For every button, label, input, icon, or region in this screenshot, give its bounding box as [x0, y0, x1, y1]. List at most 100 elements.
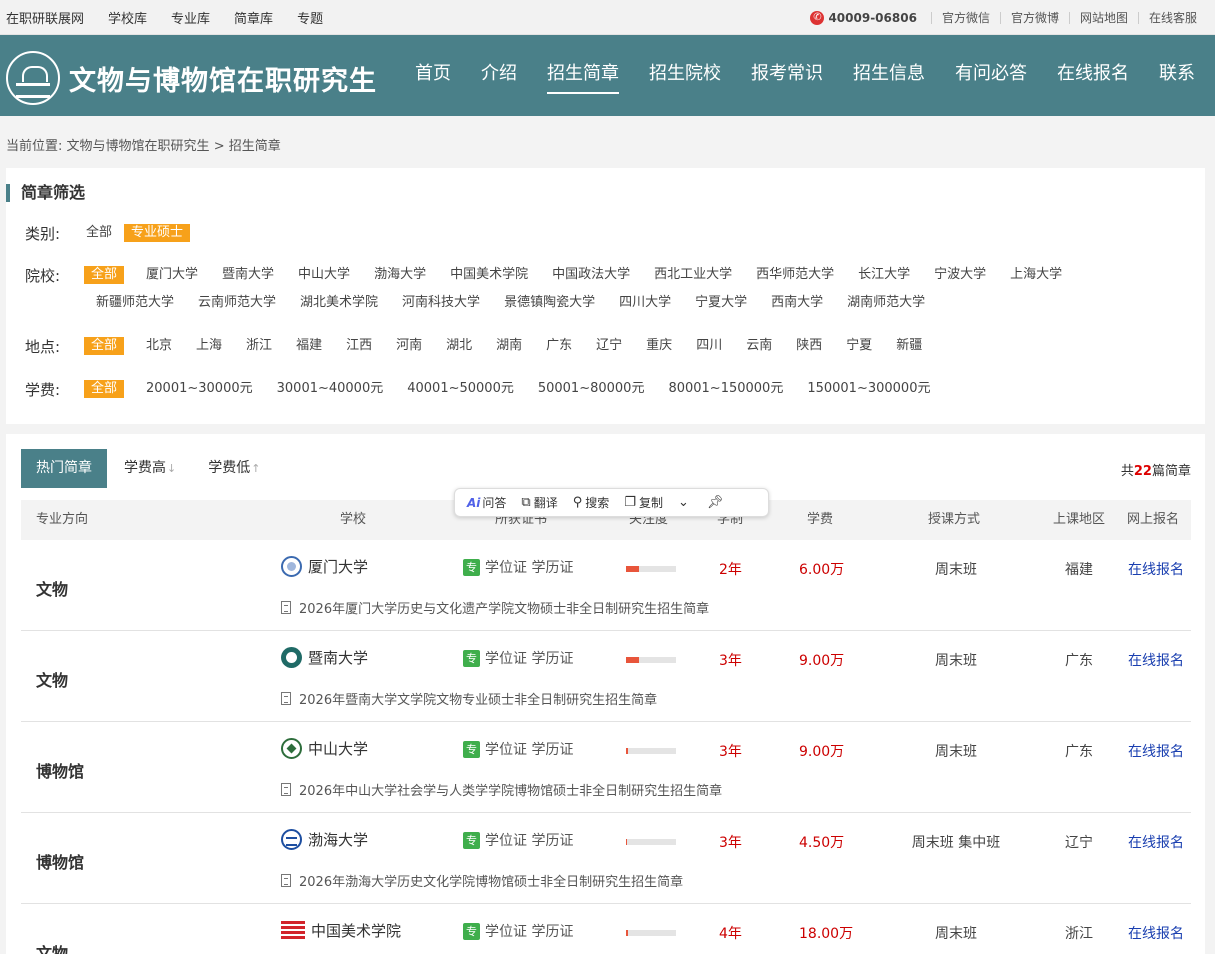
- pin-button[interactable]: 📌︎: [707, 495, 727, 510]
- tab-fee-low[interactable]: 学费低↑: [193, 449, 275, 488]
- row-school[interactable]: 渤海大学: [281, 829, 368, 850]
- ai-icon: Ai: [467, 495, 481, 510]
- filter-location-option[interactable]: 四川: [684, 337, 734, 355]
- nav-brochures[interactable]: 招生简章: [532, 35, 634, 116]
- filter-location-option[interactable]: 重庆: [634, 337, 684, 355]
- professional-badge-icon: 专: [463, 558, 480, 576]
- filter-location-option[interactable]: 辽宁: [584, 337, 634, 355]
- filter-tuition-option[interactable]: 50001~80000元: [526, 380, 657, 398]
- nav-home[interactable]: 首页: [400, 35, 466, 116]
- filter-school-option[interactable]: 宁夏大学: [683, 294, 759, 312]
- arrow-down-icon: ↓: [167, 462, 177, 475]
- filter-location-option[interactable]: 上海: [184, 337, 234, 355]
- top-link-site[interactable]: 在职研联展网: [6, 8, 84, 27]
- row-school[interactable]: 厦门大学: [281, 556, 368, 577]
- ai-qa-button[interactable]: Ai 问答: [467, 494, 506, 511]
- tab-fee-high[interactable]: 学费高↓: [109, 449, 191, 488]
- nav-schools[interactable]: 招生院校: [634, 35, 736, 116]
- row-cert-text: 学位证 学历证: [485, 742, 574, 758]
- filter-location-option[interactable]: 福建: [284, 337, 334, 355]
- top-link-schools[interactable]: 学校库: [108, 8, 147, 27]
- row-school[interactable]: 中国美术学院: [281, 920, 401, 941]
- link-weibo[interactable]: 官方微博: [999, 11, 1069, 24]
- row-duration: 3年: [719, 653, 742, 669]
- breadcrumb-home[interactable]: 文物与博物馆在职研究生: [67, 139, 210, 154]
- filter-school-option[interactable]: 四川大学: [607, 294, 683, 312]
- register-link[interactable]: 在线报名: [1128, 832, 1184, 852]
- filter-location-option[interactable]: 浙江: [234, 337, 284, 355]
- expand-button[interactable]: ⌄: [678, 495, 692, 510]
- link-wechat[interactable]: 官方微信: [930, 11, 1000, 24]
- link-sitemap[interactable]: 网站地图: [1068, 11, 1138, 24]
- filter-category-option[interactable]: 全部: [74, 224, 124, 242]
- nav-contact[interactable]: 联系: [1144, 35, 1210, 116]
- row-school[interactable]: 暨南大学: [281, 647, 368, 668]
- total-suffix: 篇简章: [1151, 464, 1191, 479]
- filter-location-option[interactable]: 北京: [134, 337, 184, 355]
- register-link[interactable]: 在线报名: [1128, 923, 1184, 943]
- row-brochure[interactable]: 2026年厦门大学历史与文化遗产学院文物硕士非全日制研究生招生简章: [281, 598, 709, 617]
- filter-school-option[interactable]: 渤海大学: [362, 266, 438, 284]
- filter-school-option[interactable]: 暨南大学: [210, 266, 286, 284]
- filter-tuition-option[interactable]: 全部: [84, 380, 125, 398]
- filter-school-option[interactable]: 中山大学: [286, 266, 362, 284]
- tab-hot[interactable]: 热门简章: [21, 449, 107, 488]
- filter-location-option[interactable]: 湖北: [434, 337, 484, 355]
- translate-button[interactable]: ⧉ 翻译: [521, 494, 557, 511]
- nav-intro[interactable]: 介绍: [466, 35, 532, 116]
- register-link[interactable]: 在线报名: [1128, 650, 1184, 670]
- filter-location-option[interactable]: 河南: [384, 337, 434, 355]
- filter-school-option[interactable]: 宁波大学: [922, 266, 998, 284]
- filter-school-option[interactable]: 西南大学: [759, 294, 835, 312]
- nav-online-apply[interactable]: 在线报名: [1042, 35, 1144, 116]
- filter-location-option[interactable]: 新疆: [884, 337, 934, 355]
- top-link-majors[interactable]: 专业库: [171, 8, 210, 27]
- top-link-topics[interactable]: 专题: [297, 8, 323, 27]
- filter-tuition-option[interactable]: 30001~40000元: [265, 380, 396, 398]
- filter-tuition-option[interactable]: 80001~150000元: [656, 380, 795, 398]
- filter-location-option[interactable]: 陕西: [784, 337, 834, 355]
- filter-school-option[interactable]: 长江大学: [846, 266, 922, 284]
- sort-tabs: 热门简章 学费高↓ 学费低↑: [21, 449, 277, 489]
- hotline: ✆ 40009-06806: [810, 10, 917, 25]
- document-icon: [281, 874, 291, 887]
- filter-tuition-option[interactable]: 40001~50000元: [395, 380, 526, 398]
- row-brochure[interactable]: 2026年渤海大学历史文化学院博物馆硕士非全日制研究生招生简章: [281, 871, 683, 890]
- filter-tuition-option[interactable]: 150001~300000元: [795, 380, 942, 398]
- filter-school-option[interactable]: 中国政法大学: [540, 266, 642, 284]
- filter-school-option[interactable]: 河南科技大学: [390, 294, 492, 312]
- site-logo[interactable]: 文物与博物馆在职研究生: [6, 51, 377, 105]
- register-link[interactable]: 在线报名: [1128, 559, 1184, 579]
- filter-location-option[interactable]: 湖南: [484, 337, 534, 355]
- row-brochure[interactable]: 2026年暨南大学文学院文物专业硕士非全日制研究生招生简章: [281, 689, 657, 708]
- nav-faq[interactable]: 有问必答: [940, 35, 1042, 116]
- filter-school-option[interactable]: 云南师范大学: [186, 294, 288, 312]
- filter-location-option[interactable]: 全部: [84, 337, 125, 355]
- filter-school-option[interactable]: 新疆师范大学: [84, 294, 186, 312]
- filter-location-option[interactable]: 江西: [334, 337, 384, 355]
- filter-school-option[interactable]: 湖北美术学院: [288, 294, 390, 312]
- filter-school-option[interactable]: 厦门大学: [134, 266, 210, 284]
- filter-school-option[interactable]: 全部: [84, 266, 125, 284]
- row-region: 浙江: [1065, 926, 1093, 942]
- register-link[interactable]: 在线报名: [1128, 741, 1184, 761]
- filter-location-option[interactable]: 云南: [734, 337, 784, 355]
- filter-tuition-option[interactable]: 20001~30000元: [134, 380, 265, 398]
- nav-admission-info[interactable]: 招生信息: [838, 35, 940, 116]
- link-online-service[interactable]: 在线客服: [1137, 11, 1207, 24]
- top-link-brochures[interactable]: 简章库: [234, 8, 273, 27]
- copy-button[interactable]: ❐ 复制: [624, 494, 663, 511]
- filter-school-option[interactable]: 西北工业大学: [642, 266, 744, 284]
- filter-school-option[interactable]: 西华师范大学: [744, 266, 846, 284]
- filter-school-option[interactable]: 上海大学: [998, 266, 1074, 284]
- filter-location-option[interactable]: 广东: [534, 337, 584, 355]
- filter-category-option[interactable]: 专业硕士: [124, 224, 191, 242]
- filter-location-option[interactable]: 宁夏: [834, 337, 884, 355]
- nav-exam-guide[interactable]: 报考常识: [736, 35, 838, 116]
- row-school[interactable]: 中山大学: [281, 738, 368, 759]
- row-brochure[interactable]: 2026年中山大学社会学与人类学学院博物馆硕士非全日制研究生招生简章: [281, 780, 722, 799]
- filter-school-option[interactable]: 中国美术学院: [438, 266, 540, 284]
- search-button[interactable]: ⚲ 搜索: [573, 494, 610, 511]
- filter-school-option[interactable]: 景德镇陶瓷大学: [492, 294, 607, 312]
- filter-school-option[interactable]: 湖南师范大学: [835, 294, 937, 312]
